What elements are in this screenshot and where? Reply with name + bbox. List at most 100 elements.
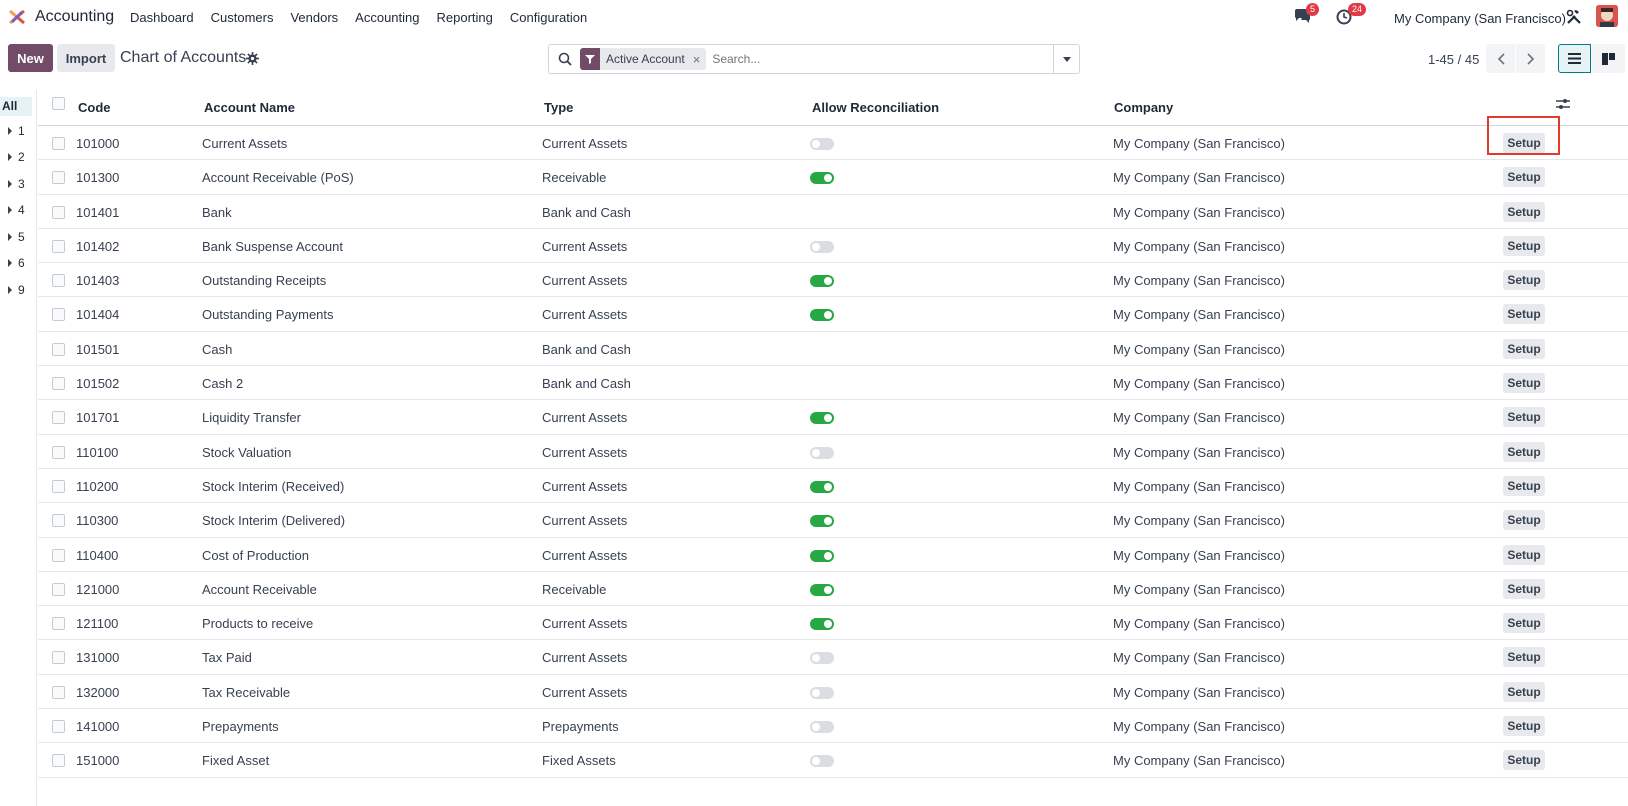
setup-button[interactable]: Setup	[1503, 270, 1545, 291]
setup-button[interactable]: Setup	[1503, 201, 1545, 222]
header-company[interactable]: Company	[1114, 100, 1173, 115]
pager-previous-button[interactable]	[1486, 44, 1515, 73]
reconcile-toggle[interactable]	[810, 721, 834, 734]
setup-button[interactable]: Setup	[1503, 441, 1545, 462]
row-checkbox[interactable]	[52, 582, 65, 596]
group-all[interactable]: All	[0, 97, 32, 116]
table-row[interactable]: 141000 Prepayments Prepayments My Company (…	[38, 709, 1628, 744]
row-checkbox[interactable]	[52, 411, 65, 425]
table-row[interactable]: 101403 Outstanding Receipts Current Assets…	[38, 263, 1628, 298]
row-checkbox[interactable]	[52, 205, 65, 219]
search-options-toggle[interactable]	[1053, 44, 1079, 74]
gear-icon[interactable]	[246, 52, 259, 65]
app-name[interactable]: Accounting	[35, 8, 114, 26]
table-row[interactable]: 101701 Liquidity Transfer Current Assets My…	[38, 400, 1628, 435]
table-row[interactable]: 110100 Stock Valuation Current Assets My Co…	[38, 435, 1628, 469]
group-item[interactable]: 3	[8, 177, 25, 191]
setup-button[interactable]: Setup	[1503, 578, 1545, 599]
setup-button[interactable]: Setup	[1503, 475, 1545, 496]
setup-button[interactable]: Setup	[1503, 681, 1545, 702]
menu-customers[interactable]: Customers	[211, 10, 274, 25]
reconcile-toggle[interactable]	[810, 138, 834, 150]
menu-configuration[interactable]: Configuration	[510, 10, 587, 25]
activities-button[interactable]: 24	[1336, 3, 1367, 29]
table-row[interactable]: 131000 Tax Paid Current Assets My Company (…	[38, 640, 1628, 675]
group-item[interactable]: 5	[8, 230, 25, 244]
setup-button[interactable]: Setup	[1503, 716, 1545, 737]
reconcile-toggle[interactable]	[810, 446, 834, 459]
row-checkbox[interactable]	[52, 377, 65, 391]
new-button[interactable]: New	[8, 44, 53, 72]
table-row[interactable]: 121100 Products to receive Current Assets M…	[38, 606, 1628, 641]
setup-button[interactable]: Setup	[1503, 338, 1545, 359]
messages-button[interactable]: 5	[1294, 3, 1320, 29]
table-row[interactable]: 101501 Cash Bank and Cash My Company (San F…	[38, 332, 1628, 367]
table-row[interactable]: 101502 Cash 2 Bank and Cash My Company (San…	[38, 366, 1628, 401]
menu-accounting[interactable]: Accounting	[355, 10, 419, 25]
row-checkbox[interactable]	[52, 342, 65, 356]
row-checkbox[interactable]	[52, 274, 65, 288]
company-switcher[interactable]: My Company (San Francisco)	[1394, 11, 1566, 26]
reconcile-toggle[interactable]	[810, 412, 834, 425]
reconcile-toggle[interactable]	[810, 275, 834, 288]
table-row[interactable]: 101000 Current Assets Current Assets My Com…	[38, 126, 1628, 161]
setup-button[interactable]: Setup	[1503, 304, 1545, 325]
setup-button[interactable]: Setup	[1503, 407, 1545, 428]
setup-button[interactable]: Setup	[1503, 613, 1545, 634]
reconcile-toggle[interactable]	[810, 172, 834, 185]
pager-value[interactable]: 1-45 / 45	[1428, 52, 1479, 67]
table-row[interactable]: 110300 Stock Interim (Delivered) Current A…	[38, 503, 1628, 538]
table-row[interactable]: 121000 Account Receivable Receivable My Com…	[38, 572, 1628, 607]
setup-button[interactable]: Setup	[1503, 544, 1545, 565]
header-allow-reconciliation[interactable]: Allow Reconciliation	[812, 100, 939, 115]
table-row[interactable]: 101300 Account Receivable (PoS) Receivable…	[38, 160, 1628, 195]
row-checkbox[interactable]	[52, 239, 65, 253]
group-item[interactable]: 6	[8, 256, 25, 270]
reconcile-toggle[interactable]	[810, 515, 834, 528]
optional-columns-icon[interactable]	[1556, 97, 1570, 111]
row-checkbox[interactable]	[52, 720, 65, 734]
user-avatar[interactable]	[1596, 5, 1618, 27]
select-all-checkbox[interactable]	[52, 97, 65, 110]
row-checkbox[interactable]	[52, 685, 65, 699]
header-type[interactable]: Type	[544, 100, 573, 115]
table-row[interactable]: 101402 Bank Suspense Account Current Asset…	[38, 229, 1628, 264]
group-item[interactable]: 4	[8, 203, 25, 217]
table-row[interactable]: 110200 Stock Interim (Received) Current As…	[38, 469, 1628, 504]
search-input[interactable]	[712, 48, 1053, 70]
reconcile-toggle[interactable]	[810, 755, 834, 768]
kanban-view-button[interactable]	[1592, 44, 1625, 73]
row-checkbox[interactable]	[52, 617, 65, 631]
table-row[interactable]: 132000 Tax Receivable Current Assets My Com…	[38, 675, 1628, 710]
search-facet[interactable]: Active Account ×	[580, 48, 707, 70]
group-item[interactable]: 9	[8, 283, 25, 297]
reconcile-toggle[interactable]	[810, 549, 834, 562]
reconcile-toggle[interactable]	[810, 583, 834, 596]
table-row[interactable]: 110400 Cost of Production Current Assets My…	[38, 538, 1628, 572]
setup-button[interactable]: Setup	[1503, 750, 1545, 771]
accounting-app-icon[interactable]	[8, 8, 26, 26]
setup-button[interactable]: Setup	[1503, 510, 1545, 531]
row-checkbox[interactable]	[52, 548, 65, 562]
table-row[interactable]: 101404 Outstanding Payments Current Assets…	[38, 297, 1628, 332]
table-row[interactable]: 101401 Bank Bank and Cash My Company (San F…	[38, 195, 1628, 229]
import-button[interactable]: Import	[57, 44, 115, 72]
reconcile-toggle[interactable]	[810, 652, 834, 665]
header-code[interactable]: Code	[78, 100, 111, 115]
search-icon[interactable]	[558, 52, 572, 66]
list-view-button[interactable]	[1558, 44, 1591, 73]
row-checkbox[interactable]	[52, 651, 65, 665]
setup-button[interactable]: Setup	[1503, 647, 1545, 668]
group-item[interactable]: 2	[8, 150, 25, 164]
row-checkbox[interactable]	[52, 479, 65, 493]
facet-remove-icon[interactable]: ×	[693, 52, 707, 67]
reconcile-toggle[interactable]	[810, 309, 834, 322]
table-row[interactable]: 151000 Fixed Asset Fixed Assets My Company …	[38, 743, 1628, 778]
reconcile-toggle[interactable]	[810, 480, 834, 493]
setup-button[interactable]: Setup	[1503, 373, 1545, 394]
group-item[interactable]: 1	[8, 124, 25, 138]
reconcile-toggle[interactable]	[810, 686, 834, 699]
menu-vendors[interactable]: Vendors	[290, 10, 338, 25]
menu-reporting[interactable]: Reporting	[437, 10, 493, 25]
pager-next-button[interactable]	[1516, 44, 1545, 73]
